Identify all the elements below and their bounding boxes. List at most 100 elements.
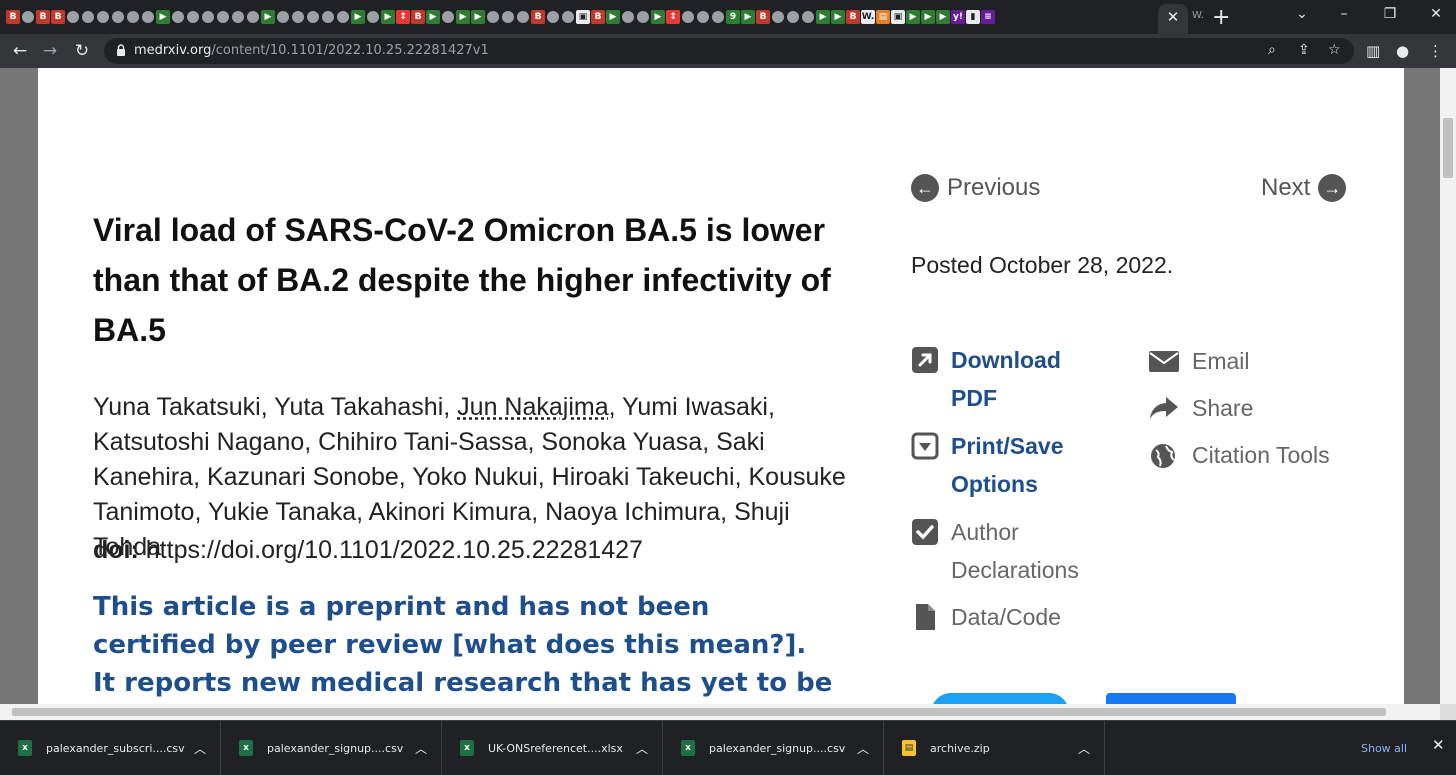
tab-favicon[interactable]: [682, 11, 694, 23]
side-panel-icon[interactable]: ▥: [1366, 42, 1380, 60]
tab-favicon[interactable]: B: [6, 10, 20, 24]
chevron-up-icon[interactable]: ︿: [1078, 740, 1090, 757]
chevron-up-icon[interactable]: ︿: [194, 740, 206, 757]
download-pdf-link[interactable]: Download PDF: [911, 341, 1101, 417]
bookmark-star-icon[interactable]: ☆: [1328, 42, 1341, 58]
back-icon[interactable]: ←: [8, 39, 32, 63]
tab-favicon[interactable]: ▶: [816, 10, 830, 24]
tab-favicon[interactable]: B: [591, 10, 605, 24]
author-declarations-link[interactable]: Author Declarations: [911, 513, 1101, 589]
facebook-like-button[interactable]: [1106, 693, 1236, 704]
tab-favicon[interactable]: B: [411, 10, 425, 24]
tab-favicon[interactable]: [502, 11, 514, 23]
tab-favicon[interactable]: [292, 11, 304, 23]
tab-favicon[interactable]: [637, 11, 649, 23]
tab-favicon[interactable]: [277, 11, 289, 23]
tab-favicon[interactable]: ▶: [936, 10, 950, 24]
url-text[interactable]: medrxiv.org/content/10.1101/2022.10.25.2…: [134, 43, 489, 58]
tab-favicon[interactable]: [247, 11, 259, 23]
doi-link[interactable]: https://doi.org/10.1101/2022.10.25.22281…: [146, 536, 643, 564]
tab-favicon[interactable]: [142, 11, 154, 23]
tweet-button[interactable]: [931, 693, 1069, 704]
tab-favicon[interactable]: [307, 11, 319, 23]
tab-search-icon[interactable]: ⌄: [1292, 6, 1312, 22]
tab-favicon[interactable]: [187, 11, 199, 23]
vertical-scrollbar[interactable]: [1440, 68, 1456, 704]
lock-icon[interactable]: [116, 44, 126, 57]
tab-favicon[interactable]: [127, 11, 139, 23]
tab-favicon[interactable]: [367, 11, 379, 23]
print-save-options-link[interactable]: Print/Save Options: [911, 427, 1101, 503]
tab-favicon[interactable]: ▶: [471, 10, 485, 24]
email-link[interactable]: Email: [1148, 342, 1342, 380]
tab-favicon[interactable]: ▤: [876, 10, 890, 24]
download-item[interactable]: x palexander_signup....csv ︿: [221, 721, 442, 775]
tab-favicon[interactable]: ▶: [921, 10, 935, 24]
chevron-up-icon[interactable]: ︿: [857, 740, 869, 757]
citation-tools-link[interactable]: Citation Tools: [1148, 436, 1342, 474]
tab-favicon[interactable]: [202, 11, 214, 23]
tab-favicon[interactable]: ▶: [606, 10, 620, 24]
tab-favicon[interactable]: ≡: [981, 10, 995, 24]
tab-favicon[interactable]: B: [531, 10, 545, 24]
tab-favicon[interactable]: B: [846, 10, 860, 24]
horizontal-scrollbar[interactable]: [0, 704, 1440, 720]
tab-favicon[interactable]: [487, 11, 499, 23]
tab-favicon[interactable]: [337, 11, 349, 23]
author-link[interactable]: Jun Nakajima: [457, 393, 608, 421]
tab-favicon[interactable]: [67, 11, 79, 23]
tab-favicon[interactable]: ▶: [651, 10, 665, 24]
tab-favicon[interactable]: [802, 11, 814, 23]
tab-favicon[interactable]: B: [756, 10, 770, 24]
forward-icon[interactable]: →: [38, 39, 62, 63]
tab-favicon[interactable]: [112, 11, 124, 23]
zoom-icon[interactable]: ⌕: [1268, 42, 1276, 58]
menu-icon[interactable]: ⋮: [1428, 42, 1443, 60]
close-shelf-icon[interactable]: ✕: [1432, 736, 1445, 754]
tab-favicon[interactable]: [172, 11, 184, 23]
tab-favicon[interactable]: ↕: [666, 10, 680, 24]
minimize-icon[interactable]: –: [1334, 6, 1354, 22]
tab-favicon[interactable]: ▮: [966, 10, 980, 24]
tab-favicon[interactable]: 9: [726, 10, 740, 24]
next-link[interactable]: Next →: [1261, 174, 1347, 202]
tab-favicon[interactable]: ▣: [576, 10, 590, 24]
tab-favicon[interactable]: ▶: [426, 10, 440, 24]
tab-favicon[interactable]: [217, 11, 229, 23]
profile-icon[interactable]: ●: [1396, 42, 1409, 60]
tab-favicon[interactable]: ↕: [396, 10, 410, 24]
tab-favicon[interactable]: [712, 11, 724, 23]
tab-favicon[interactable]: [442, 11, 454, 23]
tab-favicon[interactable]: ▶: [831, 10, 845, 24]
tab-favicon[interactable]: [322, 11, 334, 23]
tab-favicon[interactable]: [697, 11, 709, 23]
tab-favicon[interactable]: [787, 11, 799, 23]
share-link[interactable]: Share: [1148, 389, 1342, 427]
close-window-icon[interactable]: ✕: [1426, 6, 1446, 22]
address-bar[interactable]: medrxiv.org/content/10.1101/2022.10.25.2…: [104, 38, 1354, 64]
tab-favicon[interactable]: B: [36, 10, 50, 24]
tab-favicon[interactable]: W.: [861, 10, 875, 24]
tab-favicons[interactable]: B B B ▶ ▶ ▶ ▶ ↕ B ▶ ▶ ▶ B ▣ B ▶ ▶ ↕ 9 ▶ B ▶ ▶ B W. ▤ ▣ ▶ ▶ ▶ y! ▮ ≡: [6, 7, 1156, 27]
download-item[interactable]: x palexander_signup....csv ︿: [663, 721, 884, 775]
tab-favicon[interactable]: [622, 11, 634, 23]
tab-favicon[interactable]: ▶: [456, 10, 470, 24]
share-page-icon[interactable]: ⇪: [1298, 42, 1310, 58]
chevron-up-icon[interactable]: ︿: [636, 740, 648, 757]
next-tab-favicon[interactable]: W.: [1192, 10, 1204, 21]
download-item[interactable]: x UK-ONSreferencet....xlsx ︿: [442, 721, 663, 775]
tab-favicon[interactable]: B: [51, 10, 65, 24]
show-all-downloads-button[interactable]: Show all: [1347, 738, 1421, 760]
tab-favicon[interactable]: ▶: [351, 10, 365, 24]
download-item[interactable]: ▤ archive.zip ︿: [884, 721, 1105, 775]
download-item[interactable]: x palexander_subscri....csv ︿: [0, 721, 221, 775]
tab-favicon[interactable]: [517, 11, 529, 23]
horizontal-scroll-thumb[interactable]: [12, 708, 1386, 716]
tab-favicon[interactable]: [82, 11, 94, 23]
vertical-scroll-thumb[interactable]: [1443, 118, 1453, 178]
chevron-up-icon[interactable]: ︿: [415, 740, 427, 757]
tab-favicon[interactable]: [772, 11, 784, 23]
new-tab-button[interactable]: +: [1212, 5, 1230, 30]
tab-favicon[interactable]: [562, 11, 574, 23]
close-tab-icon[interactable]: ✕: [1164, 8, 1182, 26]
